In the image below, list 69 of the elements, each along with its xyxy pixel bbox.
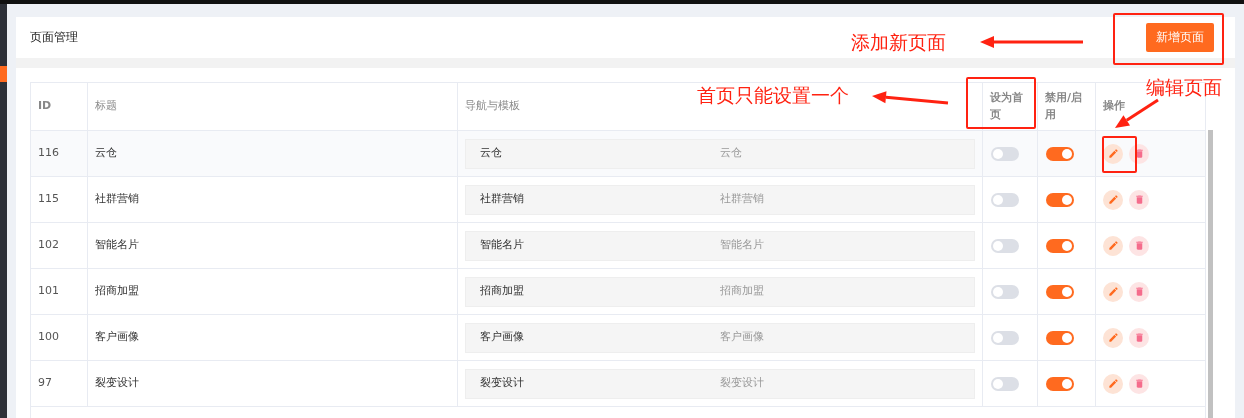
active-marker	[0, 66, 7, 82]
delete-button[interactable]	[1129, 189, 1149, 210]
column-header: 导航与模板	[465, 98, 520, 115]
add-page-button[interactable]: 新增页面	[1146, 23, 1214, 52]
delete-button[interactable]	[1129, 373, 1149, 394]
edit-button[interactable]	[1103, 235, 1123, 256]
enable-toggle[interactable]	[1046, 192, 1074, 207]
delete-button[interactable]	[1129, 281, 1149, 302]
trash-icon	[1133, 240, 1145, 251]
table-cell: 116	[31, 131, 88, 176]
edit-button[interactable]	[1103, 189, 1123, 210]
enable-toggle[interactable]	[1046, 330, 1074, 345]
nav-template-field: 招商加盟 招商加盟	[465, 276, 975, 307]
annotation-text: 编辑页面	[1146, 75, 1222, 100]
column-header: 操作	[1103, 98, 1125, 115]
home-toggle[interactable]	[991, 192, 1019, 207]
enable-toggle[interactable]	[1046, 376, 1074, 391]
table-cell: 100	[31, 315, 88, 360]
pencil-icon	[1107, 240, 1119, 251]
enable-toggle[interactable]	[1046, 238, 1074, 253]
edit-button[interactable]	[1103, 373, 1123, 394]
trash-icon	[1133, 194, 1145, 205]
table-cell: 招商加盟	[88, 269, 458, 314]
table-cell: 101	[31, 269, 88, 314]
table-cell: 115	[31, 177, 88, 222]
pencil-icon	[1107, 194, 1119, 205]
page-title: 页面管理	[30, 29, 78, 46]
pencil-icon	[1107, 332, 1119, 343]
column-header: 设为首页	[990, 90, 1024, 123]
arrow	[1115, 98, 1159, 128]
enable-toggle[interactable]	[1046, 146, 1074, 161]
home-toggle[interactable]	[991, 376, 1019, 391]
trash-icon	[1133, 332, 1145, 343]
table-cell: 社群营销	[88, 177, 458, 222]
nav-template-field: 智能名片 智能名片	[465, 230, 975, 261]
highlight-frame	[966, 77, 1036, 129]
edit-button[interactable]	[1103, 143, 1123, 164]
pencil-icon	[1107, 148, 1119, 159]
table-cell: 云仓	[88, 131, 458, 176]
column-header: 标题	[95, 98, 117, 115]
edit-button[interactable]	[1103, 327, 1123, 348]
pencil-icon	[1107, 286, 1119, 297]
home-toggle[interactable]	[991, 146, 1019, 161]
annotation-text: 添加新页面	[851, 30, 946, 55]
nav-template-field: 客户画像 客户画像	[465, 322, 975, 353]
table-cell: 客户画像	[88, 315, 458, 360]
home-toggle[interactable]	[991, 284, 1019, 299]
table-cell: 97	[31, 361, 88, 406]
nav-template-field: 裂变设计 裂变设计	[465, 368, 975, 399]
annotation-text: 首页只能设置一个	[697, 83, 849, 108]
nav-template-field: 社群营销 社群营销	[465, 184, 975, 215]
pencil-icon	[1107, 378, 1119, 389]
trash-icon	[1133, 286, 1145, 297]
column-header: ID	[38, 98, 52, 115]
home-toggle[interactable]	[991, 238, 1019, 253]
table-cell: 102	[31, 223, 88, 268]
table-cell: 裂变设计	[88, 361, 458, 406]
delete-button[interactable]	[1129, 235, 1149, 256]
trash-icon	[1133, 378, 1145, 389]
scrollbar[interactable]	[1208, 130, 1213, 418]
delete-button[interactable]	[1129, 327, 1149, 348]
highlight-frame	[1102, 136, 1137, 173]
column-header: 禁用/启用	[1045, 90, 1084, 123]
enable-toggle[interactable]	[1046, 284, 1074, 299]
edit-button[interactable]	[1103, 281, 1123, 302]
home-toggle[interactable]	[991, 330, 1019, 345]
delete-button[interactable]	[1129, 143, 1149, 164]
nav-template-field: 云仓 云仓	[465, 138, 975, 169]
table-cell: 智能名片	[88, 223, 458, 268]
